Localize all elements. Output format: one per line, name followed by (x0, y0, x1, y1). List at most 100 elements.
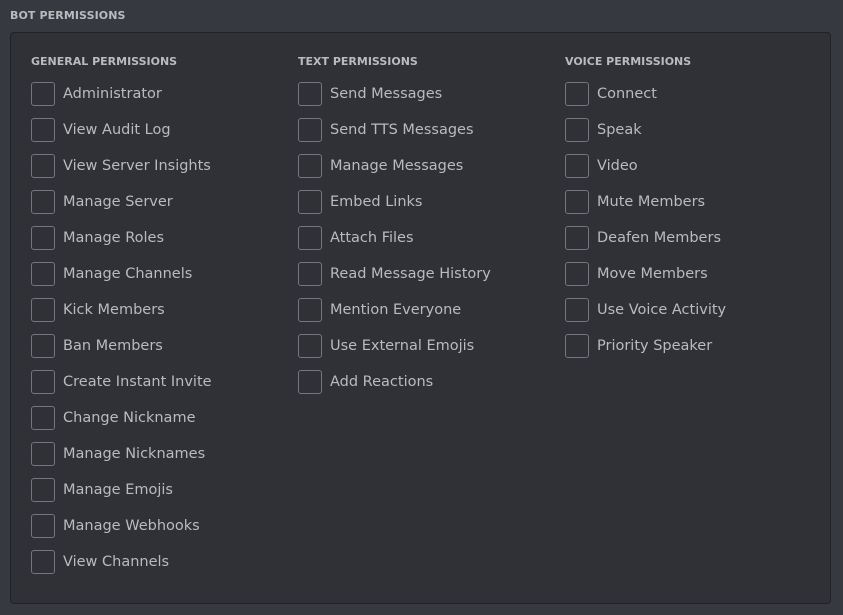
column-header-general: GENERAL PERMISSIONS (31, 55, 178, 68)
permission-list-text: Send Messages Send TTS Messages Manage Mes… (298, 82, 491, 394)
permission-checkbox-speak[interactable] (565, 118, 589, 142)
permission-checkbox-ban-members[interactable] (31, 334, 55, 358)
permission-label: View Channels (63, 554, 170, 570)
permission-label: View Server Insights (63, 158, 211, 174)
permission-label: Mention Everyone (330, 302, 462, 318)
permission-checkbox-manage-messages[interactable] (298, 154, 322, 178)
permission-label: Administrator (63, 86, 162, 102)
permission-checkbox-view-channels[interactable] (31, 550, 55, 574)
permission-checkbox-send-tts-messages[interactable] (298, 118, 322, 142)
section-title: BOT PERMISSIONS (10, 9, 126, 22)
permission-label: Send TTS Messages (330, 122, 474, 138)
permission-checkbox-administrator[interactable] (31, 82, 55, 106)
permission-checkbox-connect[interactable] (565, 82, 589, 106)
permission-item-manage-emojis[interactable]: Manage Emojis (31, 478, 212, 502)
permission-label: Move Members (597, 266, 708, 282)
permission-label: Ban Members (63, 338, 163, 354)
permission-checkbox-embed-links[interactable] (298, 190, 322, 214)
permission-item-view-channels[interactable]: View Channels (31, 550, 212, 574)
permission-label: Mute Members (597, 194, 706, 210)
permission-label: Create Instant Invite (63, 374, 212, 390)
column-general-permissions: GENERAL PERMISSIONS Administrator View Au… (31, 55, 212, 586)
permission-item-embed-links[interactable]: Embed Links (298, 190, 491, 214)
permission-item-manage-messages[interactable]: Manage Messages (298, 154, 491, 178)
permission-item-view-server-insights[interactable]: View Server Insights (31, 154, 212, 178)
permission-checkbox-create-instant-invite[interactable] (31, 370, 55, 394)
column-text-permissions: TEXT PERMISSIONS Send Messages Send TTS M… (298, 55, 491, 406)
column-header-text: TEXT PERMISSIONS (298, 55, 418, 68)
permission-item-view-audit-log[interactable]: View Audit Log (31, 118, 212, 142)
permission-checkbox-manage-emojis[interactable] (31, 478, 55, 502)
permission-item-priority-speaker[interactable]: Priority Speaker (565, 334, 726, 358)
permission-item-mute-members[interactable]: Mute Members (565, 190, 726, 214)
permission-item-video[interactable]: Video (565, 154, 726, 178)
permission-checkbox-mention-everyone[interactable] (298, 298, 322, 322)
permission-label: View Audit Log (63, 122, 171, 138)
permission-item-manage-nicknames[interactable]: Manage Nicknames (31, 442, 212, 466)
permission-checkbox-view-server-insights[interactable] (31, 154, 55, 178)
permission-checkbox-mute-members[interactable] (565, 190, 589, 214)
permission-label: Speak (597, 122, 642, 138)
permission-label: Priority Speaker (597, 338, 713, 354)
permission-item-add-reactions[interactable]: Add Reactions (298, 370, 491, 394)
permission-item-deafen-members[interactable]: Deafen Members (565, 226, 726, 250)
permission-checkbox-use-voice-activity[interactable] (565, 298, 589, 322)
permission-item-change-nickname[interactable]: Change Nickname (31, 406, 212, 430)
permission-label: Manage Channels (63, 266, 193, 282)
permission-checkbox-change-nickname[interactable] (31, 406, 55, 430)
permission-list-general: Administrator View Audit Log View Server I… (31, 82, 212, 574)
permission-item-move-members[interactable]: Move Members (565, 262, 726, 286)
permission-label: Send Messages (330, 86, 443, 102)
permission-label: Manage Messages (330, 158, 464, 174)
permission-item-administrator[interactable]: Administrator (31, 82, 212, 106)
permission-item-create-instant-invite[interactable]: Create Instant Invite (31, 370, 212, 394)
permission-item-connect[interactable]: Connect (565, 82, 726, 106)
permission-label: Attach Files (330, 230, 414, 246)
permission-label: Change Nickname (63, 410, 196, 426)
permission-checkbox-send-messages[interactable] (298, 82, 322, 106)
permission-label: Embed Links (330, 194, 423, 210)
permission-item-send-messages[interactable]: Send Messages (298, 82, 491, 106)
permission-label: Use External Emojis (330, 338, 475, 354)
permission-checkbox-read-message-history[interactable] (298, 262, 322, 286)
permission-label: Manage Roles (63, 230, 165, 246)
permission-item-kick-members[interactable]: Kick Members (31, 298, 212, 322)
permission-label: Deafen Members (597, 230, 721, 246)
permissions-panel: GENERAL PERMISSIONS Administrator View Au… (10, 32, 831, 604)
permission-label: Manage Nicknames (63, 446, 206, 462)
permission-checkbox-use-external-emojis[interactable] (298, 334, 322, 358)
permission-label: Manage Emojis (63, 482, 173, 498)
permission-item-ban-members[interactable]: Ban Members (31, 334, 212, 358)
permission-label: Manage Webhooks (63, 518, 200, 534)
permission-item-read-message-history[interactable]: Read Message History (298, 262, 491, 286)
permission-item-manage-roles[interactable]: Manage Roles (31, 226, 212, 250)
permission-item-speak[interactable]: Speak (565, 118, 726, 142)
permission-checkbox-deafen-members[interactable] (565, 226, 589, 250)
permission-item-use-voice-activity[interactable]: Use Voice Activity (565, 298, 726, 322)
permission-checkbox-video[interactable] (565, 154, 589, 178)
permission-checkbox-attach-files[interactable] (298, 226, 322, 250)
permission-item-mention-everyone[interactable]: Mention Everyone (298, 298, 491, 322)
permission-item-manage-channels[interactable]: Manage Channels (31, 262, 212, 286)
permission-checkbox-move-members[interactable] (565, 262, 589, 286)
permission-checkbox-add-reactions[interactable] (298, 370, 322, 394)
permission-checkbox-manage-roles[interactable] (31, 226, 55, 250)
permission-checkbox-priority-speaker[interactable] (565, 334, 589, 358)
permission-checkbox-view-audit-log[interactable] (31, 118, 55, 142)
permission-checkbox-manage-webhooks[interactable] (31, 514, 55, 538)
permission-label: Kick Members (63, 302, 165, 318)
permission-item-manage-server[interactable]: Manage Server (31, 190, 212, 214)
column-header-voice: VOICE PERMISSIONS (565, 55, 692, 68)
permission-item-use-external-emojis[interactable]: Use External Emojis (298, 334, 491, 358)
permission-label: Manage Server (63, 194, 173, 210)
permission-label: Read Message History (330, 266, 491, 282)
column-voice-permissions: VOICE PERMISSIONS Connect Speak Video Mute … (565, 55, 726, 370)
permission-item-manage-webhooks[interactable]: Manage Webhooks (31, 514, 212, 538)
permission-item-send-tts-messages[interactable]: Send TTS Messages (298, 118, 491, 142)
permission-item-attach-files[interactable]: Attach Files (298, 226, 491, 250)
permission-label: Video (597, 158, 638, 174)
permission-checkbox-manage-channels[interactable] (31, 262, 55, 286)
permission-checkbox-manage-nicknames[interactable] (31, 442, 55, 466)
permission-checkbox-kick-members[interactable] (31, 298, 55, 322)
permission-checkbox-manage-server[interactable] (31, 190, 55, 214)
